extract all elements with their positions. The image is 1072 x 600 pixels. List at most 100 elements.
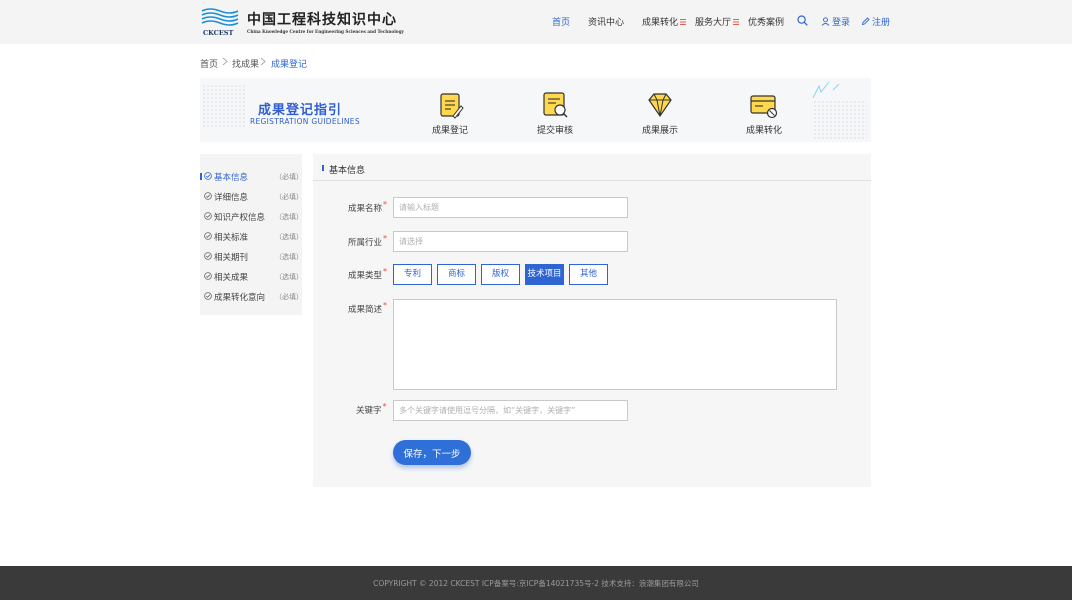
type-option-patent[interactable]: 专利: [393, 264, 432, 285]
type-option-copyright[interactable]: 版权: [481, 264, 520, 285]
type-label-text: 成果类型: [348, 271, 383, 281]
required-mark: *: [383, 200, 388, 209]
required-mark: *: [383, 267, 388, 276]
side-item-label: 知识产权信息: [214, 213, 266, 223]
banner-subtitle: REGISTRATION GUIDELINES: [250, 117, 360, 126]
decorative-dots: [202, 84, 246, 128]
page-footer: COPYRIGHT © 2012 CKCEST ICP备案号:京ICP备1402…: [0, 566, 1072, 600]
industry-select[interactable]: [393, 231, 628, 252]
breadcrumb-current: 成果登记: [271, 60, 308, 70]
guide-step-transfer: 成果转化: [734, 90, 794, 138]
summary-label: 成果简述*: [348, 301, 388, 315]
step-label: 成果展示: [641, 126, 678, 136]
side-item-transfer-intent[interactable]: 成果转化意向 （必填）: [200, 290, 303, 304]
side-item-tag: （必填）: [275, 173, 303, 181]
guide-step-showcase: 成果展示: [630, 90, 690, 138]
diamond-icon: [648, 93, 672, 118]
step-label: 成果登记: [431, 126, 468, 136]
decorative-dots: [813, 100, 867, 140]
form-section-title: 基本信息: [329, 166, 366, 176]
chevron-right-icon: [260, 57, 266, 66]
menu-lines-icon: [733, 19, 740, 25]
side-item-label: 基本信息: [214, 173, 249, 183]
type-option-trademark[interactable]: 商标: [437, 264, 476, 285]
keywords-label: 关键字*: [356, 402, 387, 416]
step-label: 成果转化: [745, 126, 782, 136]
industry-label: 所属行业*: [348, 234, 388, 248]
user-icon: [821, 17, 830, 26]
login-link[interactable]: 登录: [821, 15, 850, 28]
copyright-text: COPYRIGHT © 2012 CKCEST ICP备案号:京ICP备1402…: [373, 579, 699, 588]
check-circle-icon: [204, 292, 212, 300]
side-item-ip-info[interactable]: 知识产权信息 （选填）: [200, 210, 303, 224]
result-name-input[interactable]: [393, 197, 628, 218]
banner-title: 成果登记指引: [258, 103, 343, 118]
logo-abbreviation: CKCEST: [203, 29, 234, 37]
side-item-standards[interactable]: 相关标准 （选填）: [200, 230, 303, 244]
side-item-tag: （必填）: [275, 293, 303, 301]
nav-news[interactable]: 资讯中心: [588, 15, 624, 29]
check-circle-icon: [204, 192, 212, 200]
decorative-lines: [812, 81, 840, 99]
check-circle-icon: [204, 232, 212, 240]
logo-name-cn: 中国工程科技知识中心: [247, 12, 397, 28]
side-item-tag: （选填）: [275, 233, 303, 241]
top-header: CKCEST 中国工程科技知识中心 China Knowledge Centre…: [0, 0, 1072, 44]
name-label-text: 成果名称: [348, 204, 383, 214]
side-item-tag: （选填）: [275, 273, 303, 281]
side-item-detail-info[interactable]: 详细信息 （必填）: [200, 190, 303, 204]
check-circle-icon: [204, 172, 212, 180]
keywords-label-text: 关键字: [356, 406, 382, 416]
step-label: 提交审核: [536, 126, 573, 136]
side-item-tag: （选填）: [275, 253, 303, 261]
summary-textarea[interactable]: [393, 299, 837, 390]
logo-name-en: China Knowledge Centre for Engineering S…: [247, 29, 404, 34]
breadcrumb-home[interactable]: 首页: [200, 57, 218, 70]
menu-lines-icon: [680, 19, 687, 25]
nav-services-label: 服务大厅: [695, 18, 732, 28]
register-doc-icon: [440, 93, 464, 119]
side-item-label: 成果转化意向: [214, 293, 266, 303]
registration-guide-banner: 成果登记指引 REGISTRATION GUIDELINES 成果登记 提交审核…: [200, 78, 871, 142]
name-label: 成果名称*: [348, 200, 388, 214]
check-circle-icon: [204, 212, 212, 220]
register-label: 注册: [872, 18, 891, 28]
form-section-menu: 基本信息 （必填） 详细信息 （必填） 知识产权信息 （选填） 相关标准 （选填…: [200, 154, 303, 315]
site-logo[interactable]: CKCEST 中国工程科技知识中心 China Knowledge Centre…: [200, 7, 405, 39]
save-next-button[interactable]: 保存，下一步: [393, 440, 471, 465]
check-circle-icon: [204, 272, 212, 280]
nav-services[interactable]: 服务大厅: [695, 15, 740, 29]
side-item-label: 相关期刊: [214, 253, 249, 263]
side-item-tag: （选填）: [275, 213, 303, 221]
form-section-header: 基本信息: [313, 154, 871, 181]
side-item-label: 相关成果: [214, 273, 249, 283]
search-icon[interactable]: [797, 15, 808, 26]
industry-label-text: 所属行业: [348, 238, 383, 248]
type-option-other[interactable]: 其他: [569, 264, 608, 285]
required-mark: *: [383, 301, 388, 310]
summary-label-text: 成果简述: [348, 305, 383, 315]
check-circle-icon: [204, 252, 212, 260]
nav-achievements-label: 成果转化: [642, 18, 679, 28]
pencil-icon: [861, 17, 870, 26]
side-item-label: 详细信息: [214, 193, 249, 203]
login-label: 登录: [832, 18, 851, 28]
type-label: 成果类型*: [348, 267, 388, 281]
breadcrumb-find[interactable]: 找成果: [232, 57, 259, 70]
guide-step-register: 成果登记: [420, 90, 480, 138]
keywords-input[interactable]: [393, 400, 628, 421]
guide-step-review: 提交审核: [525, 90, 585, 138]
type-option-tech-project[interactable]: 技术项目: [525, 264, 564, 285]
required-mark: *: [382, 402, 387, 411]
review-search-icon: [543, 92, 568, 118]
required-mark: *: [383, 234, 388, 243]
side-item-journals[interactable]: 相关期刊 （选填）: [200, 250, 303, 264]
nav-cases[interactable]: 优秀案例: [748, 15, 784, 29]
side-item-label: 相关标准: [214, 233, 249, 243]
chevron-right-icon: [222, 57, 228, 66]
side-item-basic-info[interactable]: 基本信息 （必填）: [200, 170, 303, 184]
register-link[interactable]: 注册: [861, 15, 890, 28]
nav-home[interactable]: 首页: [552, 15, 570, 29]
side-item-related-results[interactable]: 相关成果 （选填）: [200, 270, 303, 284]
nav-achievements[interactable]: 成果转化: [642, 15, 687, 29]
